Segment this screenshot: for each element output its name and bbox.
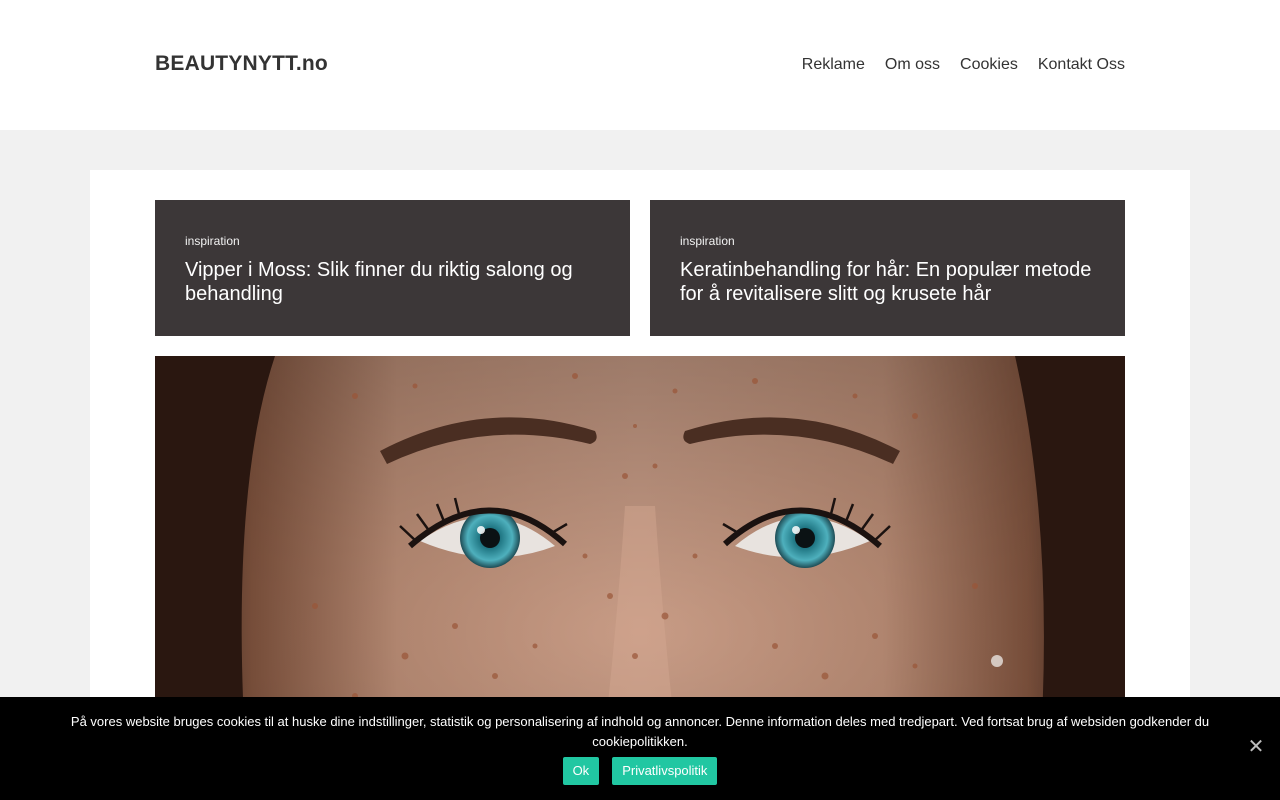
cookie-ok-button[interactable]: Ok — [562, 757, 600, 785]
cookie-buttons: Ok Privatlivspolitik — [0, 757, 1280, 785]
post-category[interactable]: inspiration — [680, 234, 1095, 248]
nav-item-reklame[interactable]: Reklame — [802, 56, 865, 74]
featured-post-card[interactable]: inspiration Vipper i Moss: Slik finner d… — [155, 200, 630, 336]
nav-item-kontakt-oss[interactable]: Kontakt Oss — [1038, 56, 1125, 74]
main-nav: Reklame Om oss Cookies Kontakt Oss — [802, 56, 1125, 74]
nav-item-cookies[interactable]: Cookies — [960, 56, 1018, 74]
cookie-notice-text: På vores website bruges cookies til at h… — [70, 714, 1210, 749]
post-title[interactable]: Keratinbehandling for hår: En populær me… — [680, 258, 1095, 306]
post-category[interactable]: inspiration — [185, 234, 600, 248]
nav-item-om-oss[interactable]: Om oss — [885, 56, 940, 74]
site-logo[interactable]: BEAUTYNYTT.no — [155, 52, 328, 76]
cookie-banner: På vores website bruges cookies til at h… — [0, 697, 1280, 800]
featured-post-card[interactable]: inspiration Keratinbehandling for hår: E… — [650, 200, 1125, 336]
privacy-policy-button[interactable]: Privatlivspolitik — [612, 757, 718, 785]
close-icon[interactable]: ✕ — [1246, 737, 1266, 757]
site-header: BEAUTYNYTT.no Reklame Om oss Cookies Kon… — [0, 0, 1280, 130]
post-title[interactable]: Vipper i Moss: Slik finner du riktig sal… — [185, 258, 600, 306]
